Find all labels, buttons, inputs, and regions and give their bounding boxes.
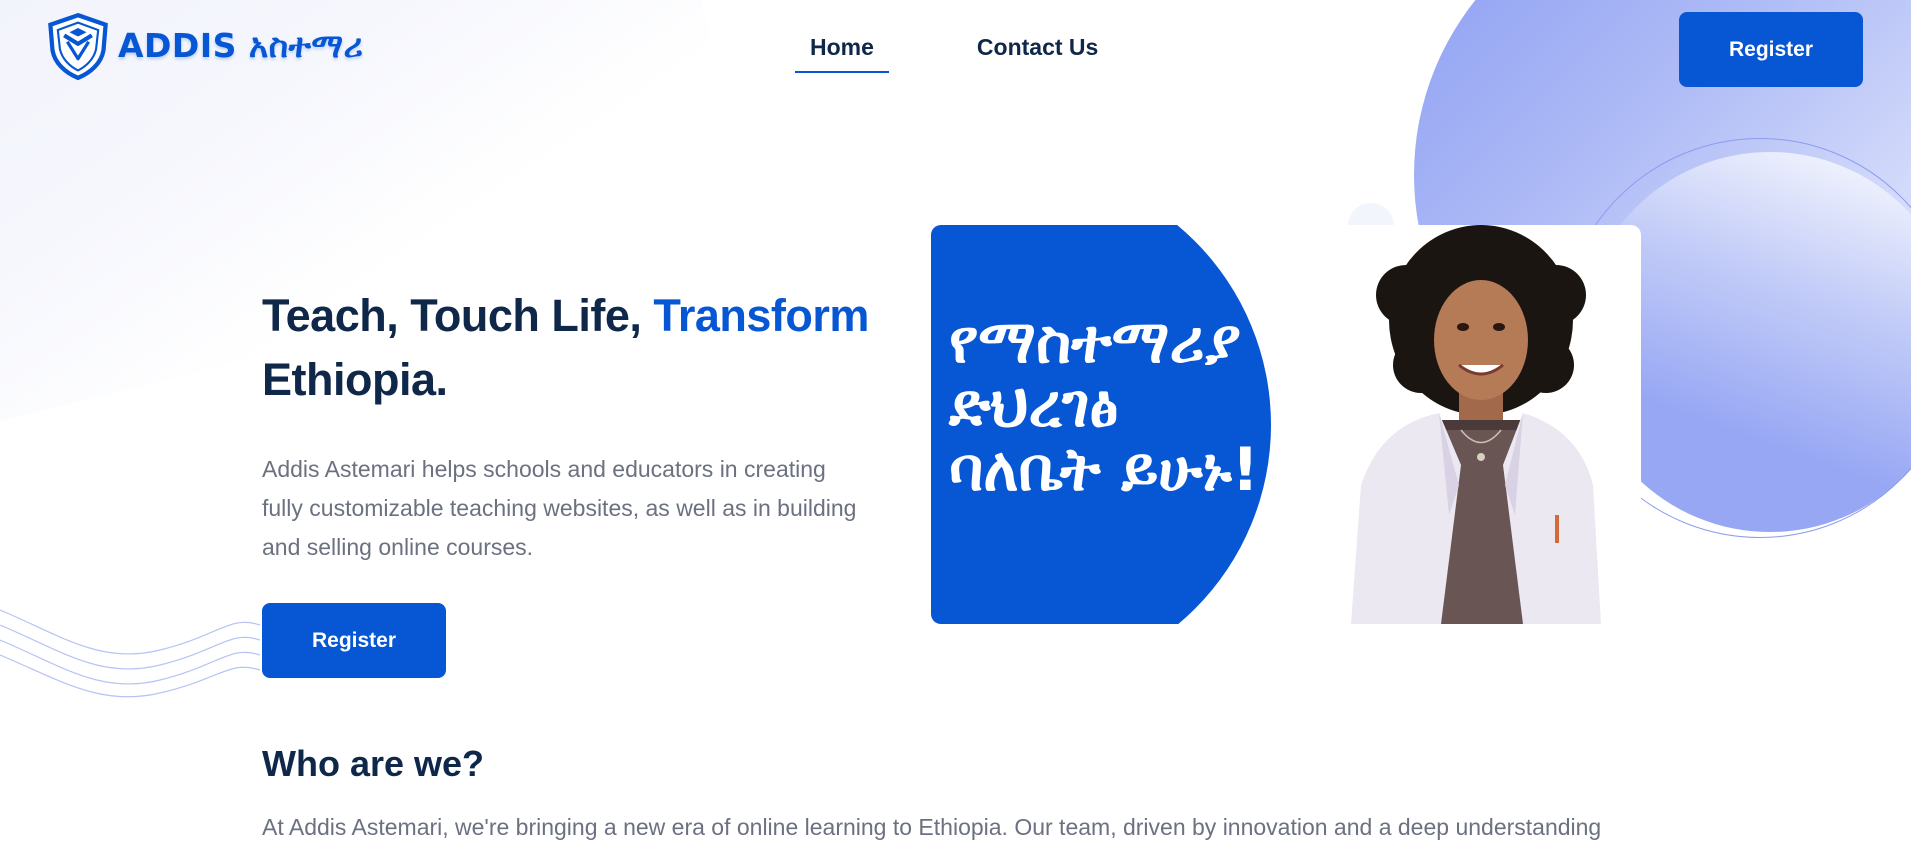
hero-register-button[interactable]: Register — [262, 603, 446, 678]
hero-title-part2: Ethiopia. — [262, 354, 448, 405]
shield-logo-icon — [48, 12, 108, 80]
nav-contact-us[interactable]: Contact Us — [977, 34, 1098, 73]
background-waves — [0, 609, 260, 698]
about-title: Who are we? — [262, 743, 485, 784]
banner-text-line: የማስተማሪያ — [949, 307, 1241, 377]
about-text: At Addis Astemari, we're bringing a new … — [262, 814, 1602, 840]
banner-text: የማስተማሪያ ድህረገፅ ባለቤት ይሁኑ! — [949, 310, 1259, 502]
logo-text: ADDIS አስተማሪ — [118, 26, 364, 65]
hero-title: Teach, Touch Life, Transform Ethiopia. — [262, 284, 902, 412]
banner-text-line: ባለቤት ይሁኑ! — [949, 435, 1260, 505]
hero-banner: የማስተማሪያ ድህረገፅ ባለቤት ይሁኑ! — [931, 225, 1641, 624]
hero-title-accent: Transform — [653, 290, 869, 341]
main-nav: Home Contact Us — [795, 34, 1098, 73]
banner-text-line: ድህረገፅ — [949, 371, 1119, 441]
page: ADDIS አስተማሪ Home Contact Us Register Tea… — [0, 0, 1911, 852]
nav-home[interactable]: Home — [795, 34, 889, 73]
logo[interactable]: ADDIS አስተማሪ — [44, 12, 363, 80]
hero-description: Addis Astemari helps schools and educato… — [262, 456, 857, 560]
hero-title-part1: Teach, Touch Life, — [262, 290, 654, 341]
site-header: ADDIS አስተማሪ Home Contact Us Register — [0, 0, 1911, 100]
educator-photo — [1351, 225, 1601, 624]
header-register-button[interactable]: Register — [1679, 12, 1863, 87]
